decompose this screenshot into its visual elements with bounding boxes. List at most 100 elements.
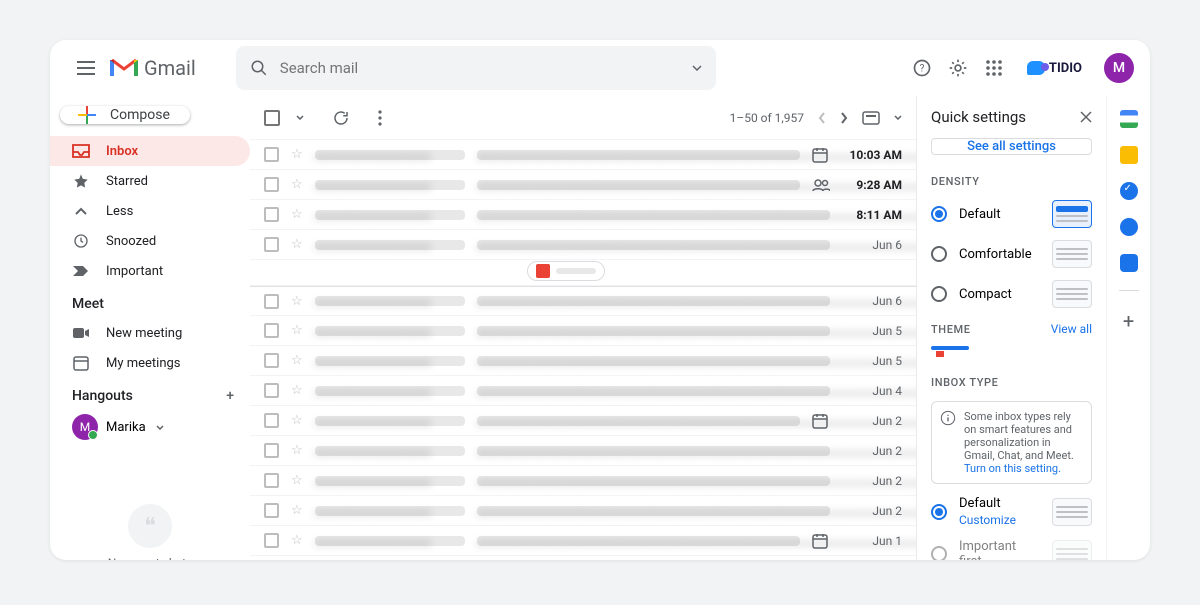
email-row[interactable]: ☆xxxxxxxxxxxxxxxxxxxxxxxxxxxxxxxxxxxxxxx… [250, 496, 916, 526]
email-row[interactable]: ☆xxxxxxxxxxxxxxxxxxxxxxxxxxxxxxxxxxxxxxx… [250, 436, 916, 466]
sidebar-item-snoozed[interactable]: Snoozed [50, 226, 250, 256]
email-sender: xxxxxxxxxxxxxxxxxx [315, 210, 465, 220]
hangouts-section-header: Hangouts + [50, 378, 250, 410]
turn-on-setting-link[interactable]: Turn on this setting. [964, 462, 1061, 475]
star-icon[interactable]: ☆ [291, 294, 303, 309]
density-option-default[interactable]: Default [917, 194, 1106, 234]
prev-page-icon[interactable] [818, 112, 826, 124]
theme-view-all-link[interactable]: View all [1051, 322, 1092, 336]
email-row[interactable]: ☆xxxxxxxxxxxxxxxxxxxxxxxxxxxxxxxxxxxxxxx… [250, 230, 916, 260]
email-checkbox[interactable] [264, 383, 279, 398]
sidebar-item-important[interactable]: Important [50, 256, 250, 286]
star-icon[interactable]: ☆ [291, 177, 303, 192]
email-sender: xxxxxxxxxxxxxxxxxx [315, 296, 465, 306]
next-page-icon[interactable] [840, 112, 848, 124]
email-row[interactable]: ☆xxxxxxxxxxxxxxxxxxxxxxxxxxxxxxxxxxxxxxx… [250, 200, 916, 230]
select-dropdown-icon[interactable] [296, 115, 304, 120]
important-icon [72, 262, 90, 280]
chevron-up-icon [72, 202, 90, 220]
attachment-chip[interactable] [527, 261, 605, 281]
gmail-logo[interactable]: Gmail [110, 56, 196, 80]
density-option-comfortable[interactable]: Comfortable [917, 234, 1106, 274]
calendar-addon-icon[interactable] [1120, 110, 1138, 128]
star-icon[interactable]: ☆ [291, 207, 303, 222]
star-icon[interactable]: ☆ [291, 533, 303, 548]
star-icon[interactable]: ☆ [291, 473, 303, 488]
star-icon[interactable]: ☆ [291, 323, 303, 338]
customize-link[interactable]: Customize [959, 513, 1040, 527]
more-icon[interactable] [378, 110, 382, 126]
email-row[interactable]: ☆xxxxxxxxxxxxxxxxxxxxxxxxxxxxxxxxxxxxxxx… [250, 406, 916, 436]
star-icon[interactable]: ☆ [291, 413, 303, 428]
email-checkbox[interactable] [264, 177, 279, 192]
email-sender: xxxxxxxxxxxxxxxxxx [315, 150, 465, 160]
email-checkbox[interactable] [264, 353, 279, 368]
select-all-checkbox[interactable] [264, 110, 280, 126]
email-checkbox[interactable] [264, 503, 279, 518]
email-row[interactable]: ☆xxxxxxxxxxxxxxxxxxxxxxxxxxxxxxxxxxxxxxx… [250, 170, 916, 200]
contacts-addon-icon[interactable] [1120, 218, 1138, 236]
email-row[interactable]: ☆xxxxxxxxxxxxxxxxxxxxxxxxxxxxxxxxxxxxxxx… [250, 556, 916, 560]
search-input[interactable] [280, 59, 680, 77]
account-avatar[interactable]: M [1104, 53, 1134, 83]
email-checkbox[interactable] [264, 207, 279, 222]
theme-thumbnail[interactable] [931, 346, 969, 350]
video-addon-icon[interactable] [1120, 254, 1138, 272]
compose-button[interactable]: Compose [60, 106, 190, 124]
compose-plus-icon [78, 106, 96, 124]
email-row[interactable]: ☆xxxxxxxxxxxxxxxxxxxxxxxxxxxxxxxxxxxxxxx… [250, 316, 916, 346]
email-row[interactable]: ☆xxxxxxxxxxxxxxxxxxxxxxxxxxxxxxxxxxxxxxx… [250, 466, 916, 496]
email-checkbox[interactable] [264, 443, 279, 458]
email-row[interactable]: ☆xxxxxxxxxxxxxxxxxxxxxxxxxxxxxxxxxxxxxxx… [250, 286, 916, 316]
video-icon [72, 324, 90, 342]
email-date: Jun 6 [842, 238, 902, 252]
meet-item-my-meetings[interactable]: My meetings [50, 348, 250, 378]
star-icon[interactable]: ☆ [291, 503, 303, 518]
sidebar-item-inbox[interactable]: Inbox [50, 136, 250, 166]
inbox-type-important-first[interactable]: Important first [917, 533, 1106, 560]
inbox-type-default[interactable]: DefaultCustomize [917, 490, 1106, 533]
hangouts-user-row[interactable]: M Marika [50, 410, 250, 444]
email-date: Jun 4 [842, 384, 902, 398]
email-row[interactable]: ☆xxxxxxxxxxxxxxxxxxxxxxxxxxxxxxxxxxxxxxx… [250, 140, 916, 170]
email-row[interactable]: ☆xxxxxxxxxxxxxxxxxxxxxxxxxxxxxxxxxxxxxxx… [250, 526, 916, 556]
star-icon[interactable]: ☆ [291, 443, 303, 458]
email-row-icon [812, 179, 830, 191]
email-row[interactable]: ☆xxxxxxxxxxxxxxxxxxxxxxxxxxxxxxxxxxxxxxx… [250, 346, 916, 376]
email-checkbox[interactable] [264, 473, 279, 488]
gmail-app: Gmail ? TIDIO M Compose InboxStarredLe [50, 40, 1150, 560]
email-row[interactable]: ☆xxxxxxxxxxxxxxxxxxxxxxxxxxxxxxxxxxxxxxx… [250, 376, 916, 406]
get-addons-icon[interactable]: + [1123, 309, 1134, 333]
email-checkbox[interactable] [264, 294, 279, 309]
email-date: Jun 2 [842, 474, 902, 488]
close-icon[interactable] [1080, 111, 1092, 123]
hangouts-add-icon[interactable]: + [226, 388, 234, 404]
refresh-icon[interactable] [332, 109, 350, 127]
email-checkbox[interactable] [264, 147, 279, 162]
email-checkbox[interactable] [264, 413, 279, 428]
search-bar[interactable] [236, 46, 716, 90]
sidebar-item-less[interactable]: Less [50, 196, 250, 226]
star-icon[interactable]: ☆ [291, 383, 303, 398]
hangouts-username: Marika [106, 420, 146, 435]
email-checkbox[interactable] [264, 323, 279, 338]
star-icon[interactable]: ☆ [291, 237, 303, 252]
keep-addon-icon[interactable] [1120, 146, 1138, 164]
see-all-settings-button[interactable]: See all settings [931, 138, 1092, 155]
input-tools-dropdown-icon[interactable] [894, 115, 902, 120]
tasks-addon-icon[interactable] [1120, 182, 1138, 200]
settings-gear-icon[interactable] [947, 57, 969, 79]
search-dropdown-icon[interactable] [692, 65, 702, 71]
star-icon[interactable]: ☆ [291, 353, 303, 368]
tidio-extension[interactable]: TIDIO [1019, 57, 1090, 80]
help-icon[interactable]: ? [911, 57, 933, 79]
meet-item-new-meeting[interactable]: New meeting [50, 318, 250, 348]
sidebar-item-starred[interactable]: Starred [50, 166, 250, 196]
input-tools-icon[interactable] [862, 111, 880, 125]
star-icon[interactable]: ☆ [291, 147, 303, 162]
email-checkbox[interactable] [264, 533, 279, 548]
density-option-compact[interactable]: Compact [917, 274, 1106, 314]
apps-grid-icon[interactable] [983, 57, 1005, 79]
email-checkbox[interactable] [264, 237, 279, 252]
main-menu-button[interactable] [66, 48, 106, 88]
